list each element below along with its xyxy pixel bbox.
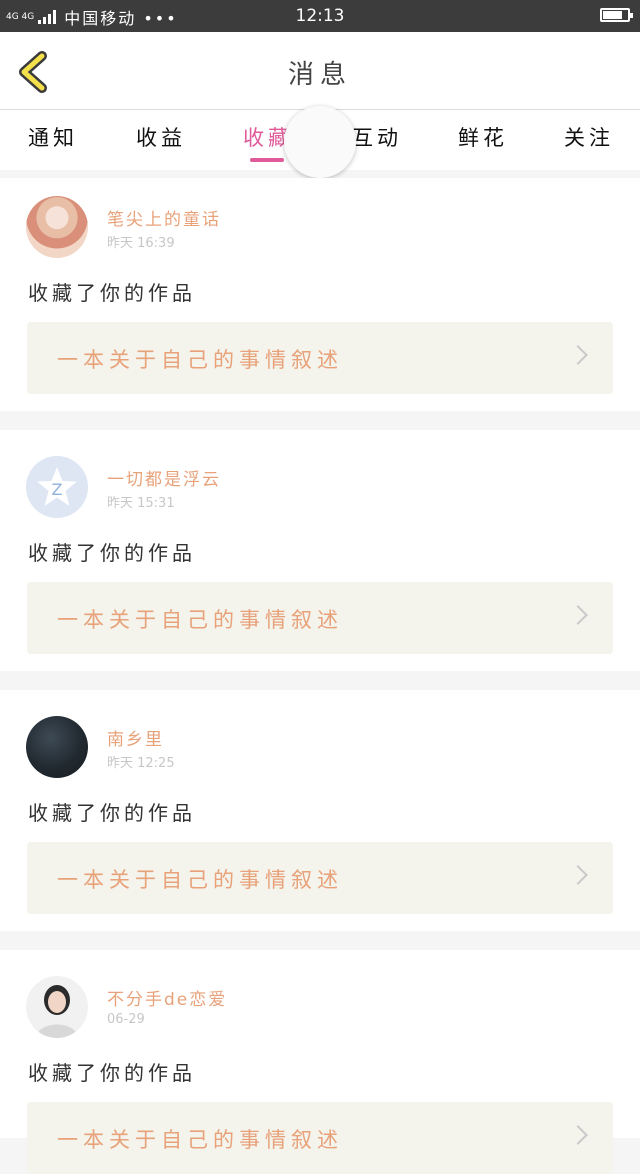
message-card: 不分手de恋爱 06-29 收藏了你的作品 一本关于自己的事情叙述 [0,950,640,1174]
battery-level [603,11,622,19]
touch-indicator [284,106,356,178]
message-card: Z 一切都是浮云 昨天 15:31 收藏了你的作品 一本关于自己的事情叙述 [0,430,640,671]
tab-flowers[interactable]: 鲜花 [458,122,508,152]
message-time: 06-29 [107,1012,145,1027]
avatar[interactable] [26,716,88,778]
avatar[interactable] [26,196,88,258]
message-action: 收藏了你的作品 [28,281,196,305]
battery-icon [600,8,633,22]
tab-interaction[interactable]: 互动 [352,122,402,152]
work-link[interactable]: 一本关于自己的事情叙述 [27,322,613,394]
page-title: 消息 [287,60,352,90]
message-card: 南乡里 昨天 12:25 收藏了你的作品 一本关于自己的事情叙述 [0,690,640,931]
user-name[interactable]: 南乡里 [107,725,164,750]
svg-text:Z: Z [52,480,63,499]
message-card: 笔尖上的童话 昨天 16:39 收藏了你的作品 一本关于自己的事情叙述 [0,178,640,411]
active-tab-indicator [250,158,284,162]
status-bar: 4G 4G 中国移动 ••• 12:13 [0,0,640,32]
star-icon: Z [37,467,77,506]
chevron-right-icon [568,865,588,885]
message-action: 收藏了你的作品 [28,1061,196,1085]
work-link[interactable]: 一本关于自己的事情叙述 [27,582,613,654]
message-action: 收藏了你的作品 [28,801,196,825]
work-title: 一本关于自己的事情叙述 [57,608,343,632]
tab-follow[interactable]: 关注 [564,122,614,152]
work-title: 一本关于自己的事情叙述 [57,868,343,892]
tab-notice[interactable]: 通知 [28,122,78,152]
tab-earnings[interactable]: 收益 [136,122,186,152]
message-time: 昨天 15:31 [107,496,175,511]
clock: 12:13 [295,6,345,26]
user-name[interactable]: 一切都是浮云 [107,465,221,490]
message-action: 收藏了你的作品 [28,541,196,565]
work-link[interactable]: 一本关于自己的事情叙述 [27,1102,613,1174]
user-name[interactable]: 笔尖上的童话 [107,205,221,230]
person-photo [36,985,78,1038]
chevron-right-icon [568,1125,588,1145]
avatar[interactable]: Z [26,456,88,518]
app-header: 消息 [0,32,640,110]
work-title: 一本关于自己的事情叙述 [57,348,343,372]
message-time: 昨天 16:39 [107,236,175,251]
work-title: 一本关于自己的事情叙述 [57,1128,343,1152]
message-time: 昨天 12:25 [107,756,175,771]
user-name[interactable]: 不分手de恋爱 [107,985,227,1010]
avatar[interactable] [26,976,88,1038]
chevron-right-icon [568,345,588,365]
work-link[interactable]: 一本关于自己的事情叙述 [27,842,613,914]
chevron-right-icon [568,605,588,625]
